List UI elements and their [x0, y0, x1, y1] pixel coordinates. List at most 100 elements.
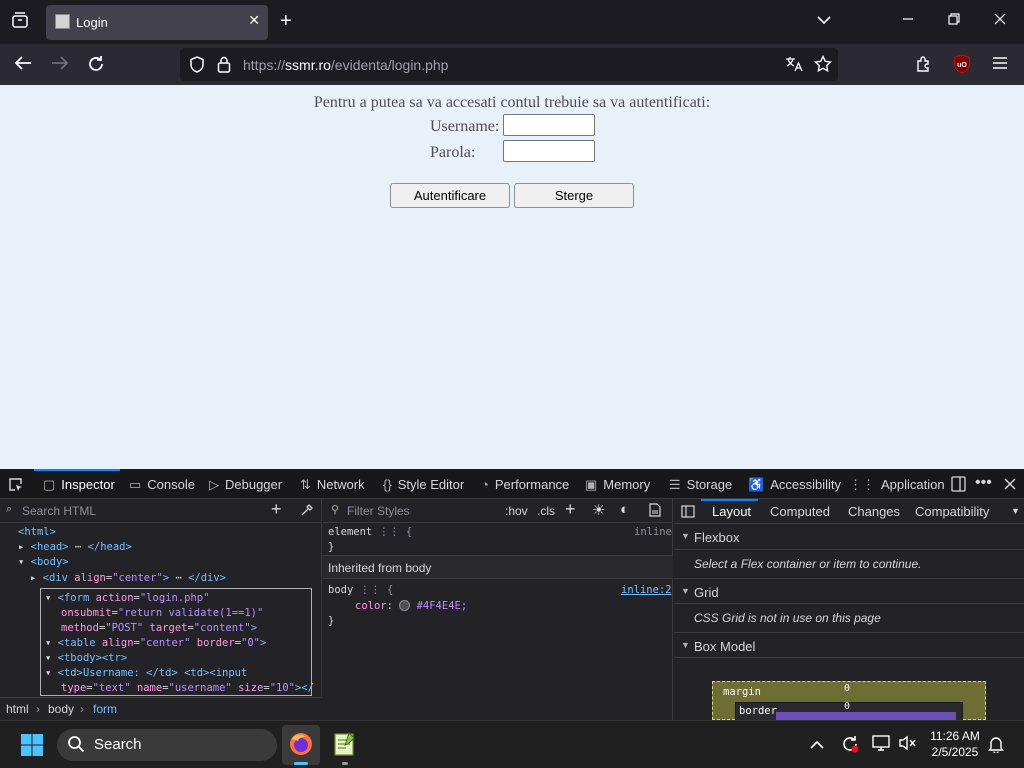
username-input[interactable] [503, 114, 595, 136]
tab-style-editor[interactable]: {} Style Editor [383, 477, 464, 492]
tab-performance[interactable]: ◔ Performance [481, 477, 569, 492]
tree-line-body[interactable]: ▾ <body> [18, 556, 69, 568]
translate-icon[interactable] [785, 56, 803, 76]
clear-button[interactable]: Sterge [514, 183, 634, 208]
rule-body-source[interactable]: inline:2 [621, 584, 672, 596]
tab-list-icon[interactable] [10, 11, 30, 31]
tab-memory[interactable]: ▣ Memory [585, 477, 650, 493]
input-type-value: "text" [92, 682, 131, 694]
close-devtools-icon[interactable] [1004, 477, 1016, 495]
bookmark-star-icon[interactable] [813, 54, 833, 78]
form-tag: <form [57, 592, 96, 604]
tab-console[interactable]: ▭ Console [129, 477, 195, 493]
tab-layout[interactable]: Layout [712, 504, 751, 519]
tab-debugger[interactable]: ▷ Debugger [209, 477, 282, 493]
eyedropper-icon[interactable] [300, 503, 314, 522]
toggle-sidebar-icon[interactable] [681, 505, 695, 523]
grid-section[interactable]: ▼ Grid [674, 578, 1024, 604]
clock[interactable]: 11:26 AM 2/5/2025 [922, 728, 988, 760]
tab-accessibility[interactable]: ♿ Accessibility [748, 477, 841, 493]
breadcrumb-body[interactable]: body [48, 702, 74, 716]
tab-storage[interactable]: ☰ Storage [669, 477, 732, 493]
collapsed-ellipsis-icon[interactable]: ⋯ [169, 572, 188, 584]
url-text[interactable]: https://ssmr.ro/evidenta/login.php [243, 57, 448, 73]
password-input[interactable] [503, 140, 595, 162]
tree-line-head[interactable]: ▸ <head> ⋯ </head> [18, 541, 132, 553]
tree-line-div[interactable]: ▸ <div align="center"> ⋯ </div> [30, 572, 226, 584]
show-hidden-icons-icon[interactable] [810, 737, 824, 755]
ublock-origin-icon[interactable]: uO [953, 54, 971, 79]
notification-bell-icon[interactable] [988, 735, 1004, 758]
element-picker-icon[interactable] [8, 477, 24, 498]
tab-login[interactable]: Login ✕ [46, 5, 268, 40]
url-bar[interactable]: https://ssmr.ro/evidenta/login.php [180, 48, 838, 81]
form-method-value: "POST" [105, 622, 144, 634]
back-icon[interactable] [14, 55, 32, 76]
taskbar-firefox[interactable] [282, 725, 320, 765]
extensions-icon[interactable] [915, 55, 933, 78]
search-label: Search [94, 736, 142, 753]
expand-arrow-icon[interactable]: ▸ [30, 572, 43, 584]
tabs-overflow-icon[interactable]: ▼ [1011, 506, 1020, 516]
add-rule-icon[interactable]: + [565, 499, 576, 520]
expand-arrow-icon[interactable]: ▸ [18, 541, 31, 553]
login-button[interactable]: Autentificare [390, 183, 510, 208]
filter-styles-input[interactable]: Filter Styles [347, 504, 410, 518]
html-edit-box[interactable]: ▾ <form action="login.php" onsubmit="ret… [40, 588, 314, 696]
tracking-protection-icon[interactable] [189, 56, 205, 78]
close-tab-icon[interactable]: ✕ [248, 12, 260, 29]
tree-line-html[interactable]: <html> [18, 526, 56, 538]
collapsed-ellipsis-icon[interactable]: ⋯ [69, 541, 88, 553]
dock-side-icon[interactable] [951, 476, 966, 497]
close-window-icon[interactable] [994, 12, 1006, 30]
border-top-value[interactable]: 0 [844, 701, 850, 712]
tab-compatibility[interactable]: Compatibility [915, 504, 989, 519]
rule-element[interactable]: element ⋮⋮ { [328, 526, 412, 538]
print-media-icon[interactable] [649, 503, 661, 522]
add-node-icon[interactable]: + [271, 499, 282, 520]
rule-body[interactable]: body ⋮⋮ { [328, 584, 393, 596]
filter-styles-bar: ⚲ Filter Styles :hov .cls + ☀ ◐ [323, 499, 673, 523]
reload-icon[interactable] [87, 55, 105, 78]
lock-icon[interactable] [217, 56, 231, 78]
breadcrumb-form[interactable]: form [93, 702, 117, 716]
box-model-margin[interactable]: margin 0 border 0 [712, 681, 986, 722]
collapse-arrow-icon[interactable]: ▾ [18, 556, 31, 568]
hov-toggle[interactable]: :hov [505, 504, 528, 518]
list-all-tabs-icon[interactable] [817, 12, 831, 30]
search-html-input[interactable]: Search HTML [22, 504, 96, 518]
windows-start-icon[interactable] [20, 733, 44, 762]
clock-time: 11:26 AM [930, 729, 980, 743]
network-icon[interactable] [872, 735, 890, 756]
tab-computed[interactable]: Computed [770, 504, 830, 519]
td-line: <td>Username: </td> <td><input [57, 667, 248, 679]
restore-icon[interactable] [948, 12, 960, 30]
edit-line-form: ▾ <form action="login.php" [45, 592, 210, 604]
declaration-color[interactable]: color: #4F4E4E; [355, 600, 467, 612]
color-swatch-icon[interactable] [399, 600, 411, 611]
margin-top-value[interactable]: 0 [844, 683, 850, 694]
taskbar-notepad[interactable] [326, 725, 364, 765]
volume-muted-icon[interactable] [898, 735, 916, 756]
layout-sidebar: Layout Computed Changes Compatibility ▼ … [674, 499, 1024, 722]
new-tab-icon[interactable]: + [280, 10, 292, 33]
sync-icon[interactable] [840, 734, 860, 759]
tab-network[interactable]: ⇅ Network [300, 477, 365, 493]
url-path: /evidenta/login.php [330, 57, 449, 73]
box-model-border[interactable]: border 0 [735, 701, 963, 722]
box-model-section[interactable]: ▼ Box Model [674, 632, 1024, 658]
light-theme-icon[interactable]: ☀ [592, 501, 605, 519]
more-options-icon[interactable]: ••• [975, 474, 992, 492]
taskbar-search[interactable]: Search [57, 729, 277, 761]
cls-toggle[interactable]: .cls [537, 504, 555, 518]
tab-application[interactable]: ⋮⋮ Application [849, 477, 945, 493]
tab-inspector[interactable]: ▢ Inspector [43, 477, 115, 493]
flexbox-section[interactable]: ▼ Flexbox [674, 524, 1024, 550]
color-value: #4F4E4E; [416, 600, 468, 612]
menu-icon[interactable] [992, 56, 1008, 75]
dark-theme-icon[interactable]: ◐ [620, 501, 629, 518]
table-border-value: "0" [241, 637, 260, 649]
breadcrumb-html[interactable]: html [6, 702, 29, 716]
tab-changes[interactable]: Changes [848, 504, 900, 519]
minimize-icon[interactable] [902, 12, 914, 30]
